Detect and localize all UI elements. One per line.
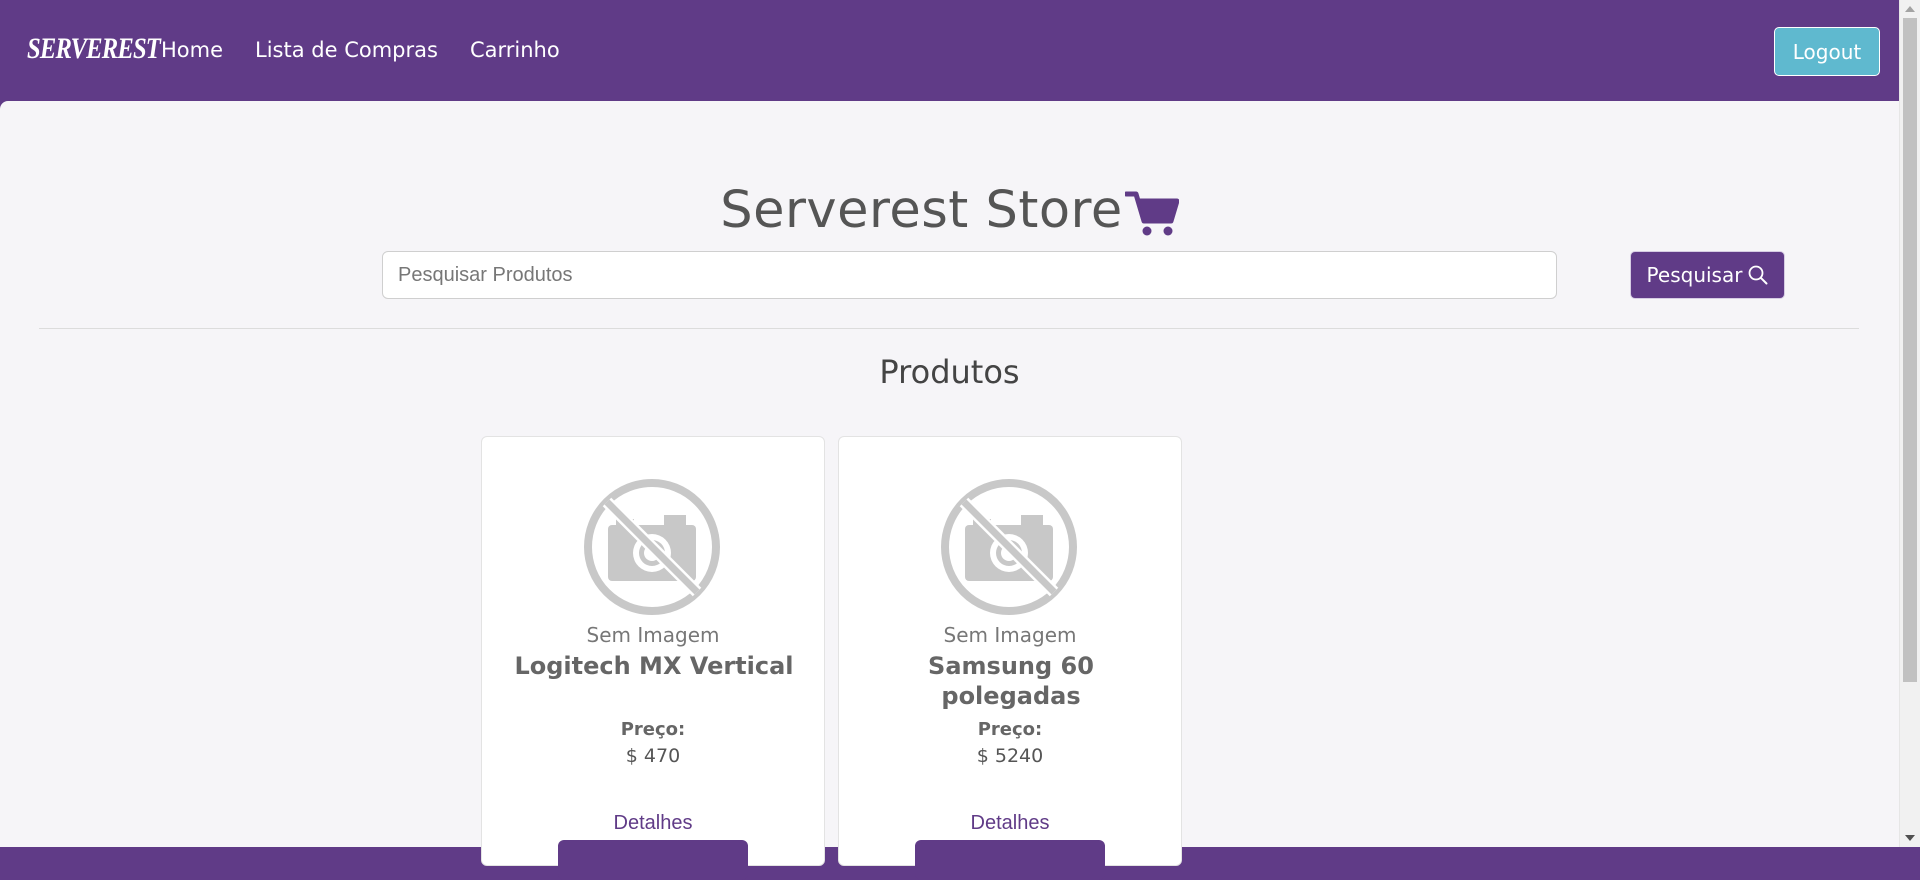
scrollbar-thumb[interactable] [1903,18,1917,682]
price-label: Preço: [977,719,1043,740]
logout-button[interactable]: Logout [1774,27,1880,76]
details-link[interactable]: Detalhes [839,812,1181,835]
product-price: $ 470 [625,745,681,767]
serverest-logo[interactable]: SERVEREST [27,31,161,67]
search-button-label: Pesquisar [1646,263,1743,287]
details-link[interactable]: Detalhes [482,812,824,835]
title-row: Serverest Store [0,177,1899,243]
no-image-caption: Sem Imagem [586,623,720,647]
shopping-cart-icon [1124,191,1179,236]
vertical-scrollbar[interactable] [1899,0,1920,847]
nav-link-home[interactable]: Home [161,36,223,64]
nav-link-carrinho[interactable]: Carrinho [470,36,560,64]
scroll-up-arrow-icon[interactable] [1905,6,1915,12]
product-card: Sem Imagem Samsung 60 polegadas Preço: $… [838,436,1182,880]
product-name: Logitech MX Vertical [514,652,794,680]
divider [39,328,1859,329]
search-input[interactable] [382,251,1557,299]
no-image-caption: Sem Imagem [943,623,1077,647]
price-label: Preço: [620,719,686,740]
nav-link-lista-de-compras[interactable]: Lista de Compras [255,36,438,64]
no-image-camera-icon [584,479,720,615]
main-content: Serverest Store Pesquisar Produtos Pesqu… [0,101,1899,880]
add-to-list-button[interactable] [558,840,748,880]
no-image-camera-icon [941,479,1077,615]
top-navbar: SERVEREST Home Lista de Compras Carrinho… [0,0,1899,101]
search-icon [1749,265,1768,285]
section-title: Produtos [879,353,1020,391]
scroll-down-arrow-icon[interactable] [1905,835,1915,841]
search-button[interactable]: Pesquisar [1630,251,1785,299]
page-title: Serverest Store [720,180,1123,240]
product-card: Sem Imagem Logitech MX Vertical Preço: $… [481,436,825,880]
add-to-list-button[interactable] [915,840,1105,880]
product-price: $ 5240 [976,745,1044,767]
product-name: Samsung 60 polegadas [928,652,1094,710]
nav-links: Home Lista de Compras Carrinho [161,36,560,64]
